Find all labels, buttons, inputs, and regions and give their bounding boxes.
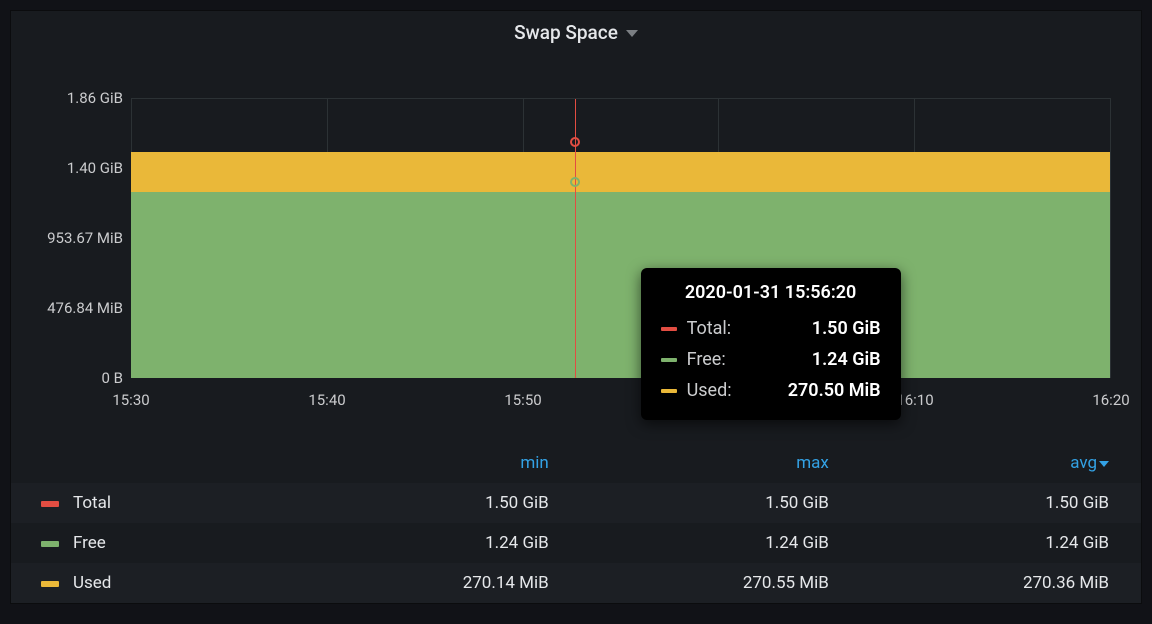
legend-value-min: 1.24 GiB [301,523,581,563]
marker-free [570,177,580,187]
tooltip-value: 1.50 GiB [792,318,881,339]
y-tick: 953.67 MiB [47,229,123,247]
legend-value-max: 270.55 MiB [581,563,861,603]
tooltip-row: Used:270.50 MiB [661,375,881,406]
legend-series-cell[interactable]: Free [11,523,301,563]
legend-value-avg: 1.24 GiB [861,523,1141,563]
tooltip-timestamp: 2020-01-31 15:56:20 [661,282,881,303]
legend-series-name: Total [73,493,111,513]
legend-col-min[interactable]: min [301,443,581,483]
legend-col-max[interactable]: max [581,443,861,483]
series-area-used [131,152,1110,192]
legend-table: min max avg Total1.50 GiB1.50 GiB1.50 Gi… [11,443,1141,603]
plot[interactable]: 15:3015:4015:5016:0016:1016:20 2020-01-3… [131,53,1111,423]
y-tick: 476.84 MiB [47,299,123,317]
y-tick: 1.86 GiB [67,89,123,107]
tooltip-row: Free:1.24 GiB [661,344,881,375]
series-area-free [131,192,1110,378]
legend-series-name: Free [73,533,106,553]
plot-area[interactable] [131,98,1111,378]
tooltip: 2020-01-31 15:56:20 Total:1.50 GiBFree:1… [641,268,901,420]
marker-total [570,137,580,147]
y-tick: 0 B [102,369,124,387]
legend-value-avg: 1.50 GiB [861,483,1141,523]
x-tick: 15:40 [308,391,345,409]
x-tick: 16:10 [896,391,933,409]
gridline [1110,99,1111,378]
color-swatch [41,501,59,507]
legend-value-max: 1.24 GiB [581,523,861,563]
legend-col-avg[interactable]: avg [861,443,1141,483]
color-swatch [661,389,677,393]
legend-row[interactable]: Used 270.14 MiB270.55 MiB270.36 MiB [11,563,1141,603]
color-swatch [661,327,677,331]
legend-value-max: 1.50 GiB [581,483,861,523]
tooltip-row: Total:1.50 GiB [661,313,881,344]
legend-series-cell[interactable]: Total [11,483,301,523]
tooltip-value: 1.24 GiB [792,349,881,370]
panel-header[interactable]: Swap Space [11,11,1141,53]
legend-value-min: 270.14 MiB [301,563,581,603]
legend-row[interactable]: Total1.50 GiB1.50 GiB1.50 GiB [11,483,1141,523]
color-swatch [41,581,59,587]
x-tick: 15:50 [504,391,541,409]
tooltip-label: Used: [687,380,768,401]
color-swatch [41,541,59,547]
legend-row[interactable]: Free1.24 GiB1.24 GiB1.24 GiB [11,523,1141,563]
y-tick: 1.40 GiB [67,159,123,177]
tooltip-label: Total: [687,318,792,339]
color-swatch [661,358,677,362]
tooltip-value: 270.50 MiB [768,380,881,401]
x-axis: 15:3015:4015:5016:0016:1016:20 [131,383,1111,413]
y-axis: 0 B476.84 MiB953.67 MiB1.40 GiB1.86 GiB [31,53,131,378]
x-tick: 16:20 [1092,391,1129,409]
legend-series-name: Used [73,573,111,593]
chart[interactable]: 0 B476.84 MiB953.67 MiB1.40 GiB1.86 GiB … [11,53,1141,443]
panel: Swap Space 0 B 476.84 MiB 953.67 MiB 1.40 G… [10,10,1142,604]
tooltip-label: Free: [687,349,792,370]
panel-title: Swap Space [514,21,618,44]
chevron-down-icon [626,30,638,37]
sort-desc-icon [1099,461,1109,467]
x-tick: 15:30 [112,391,149,409]
legend-header-row: min max avg [11,443,1141,483]
legend-value-min: 1.50 GiB [301,483,581,523]
legend-series-cell[interactable]: Used [11,563,301,603]
legend-value-avg: 270.36 MiB [861,563,1141,603]
